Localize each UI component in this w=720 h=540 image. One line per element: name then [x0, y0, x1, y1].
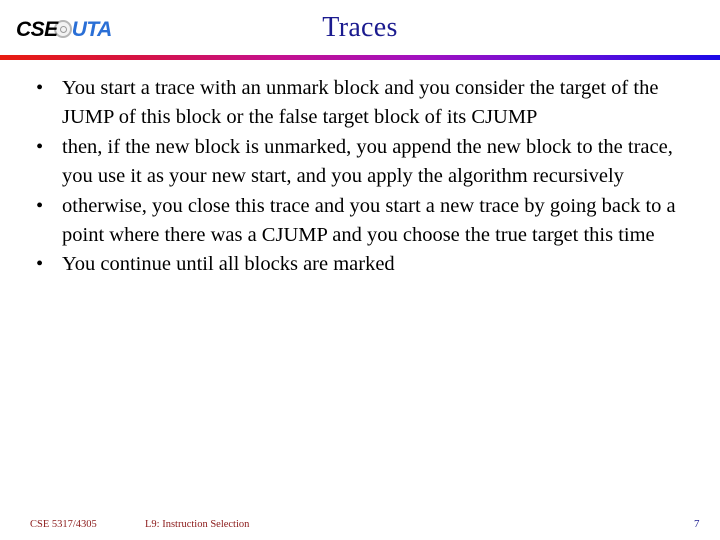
list-item: • You continue until all blocks are mark…	[28, 250, 704, 279]
list-item: • then, if the new block is unmarked, yo…	[28, 133, 704, 192]
footer-course-label: CSE 5317/4305	[30, 519, 97, 530]
footer-lecture-label: L9: Instruction Selection	[145, 519, 250, 530]
list-item: • otherwise, you close this trace and yo…	[28, 192, 704, 251]
footer-page-number: 7	[694, 518, 700, 530]
list-item: • You start a trace with an unmark block…	[28, 74, 704, 133]
bullet-marker-icon: •	[36, 253, 44, 276]
at-symbol-inner-dot	[59, 26, 67, 33]
bullet-marker-icon: •	[36, 77, 44, 99]
bullet-list: • You start a trace with an unmark block…	[28, 74, 704, 280]
list-item-text: You start a trace with an unmark block a…	[62, 77, 659, 129]
bullet-marker-icon: •	[36, 135, 44, 158]
list-item-text: then, if the new block is unmarked, you …	[62, 135, 673, 188]
list-item-text: You continue until all blocks are marked	[62, 253, 395, 276]
logo-text-uta: UTA	[71, 18, 113, 41]
logo-text-cse: CSE	[16, 18, 58, 41]
header-gradient-divider	[0, 55, 720, 60]
slide-body: • You start a trace with an unmark block…	[28, 74, 704, 280]
bullet-marker-icon: •	[36, 194, 44, 217]
presentation-slide: CSE UTA Traces • You start a trace with …	[0, 0, 720, 540]
list-item-text: otherwise, you close this trace and you …	[62, 194, 676, 247]
